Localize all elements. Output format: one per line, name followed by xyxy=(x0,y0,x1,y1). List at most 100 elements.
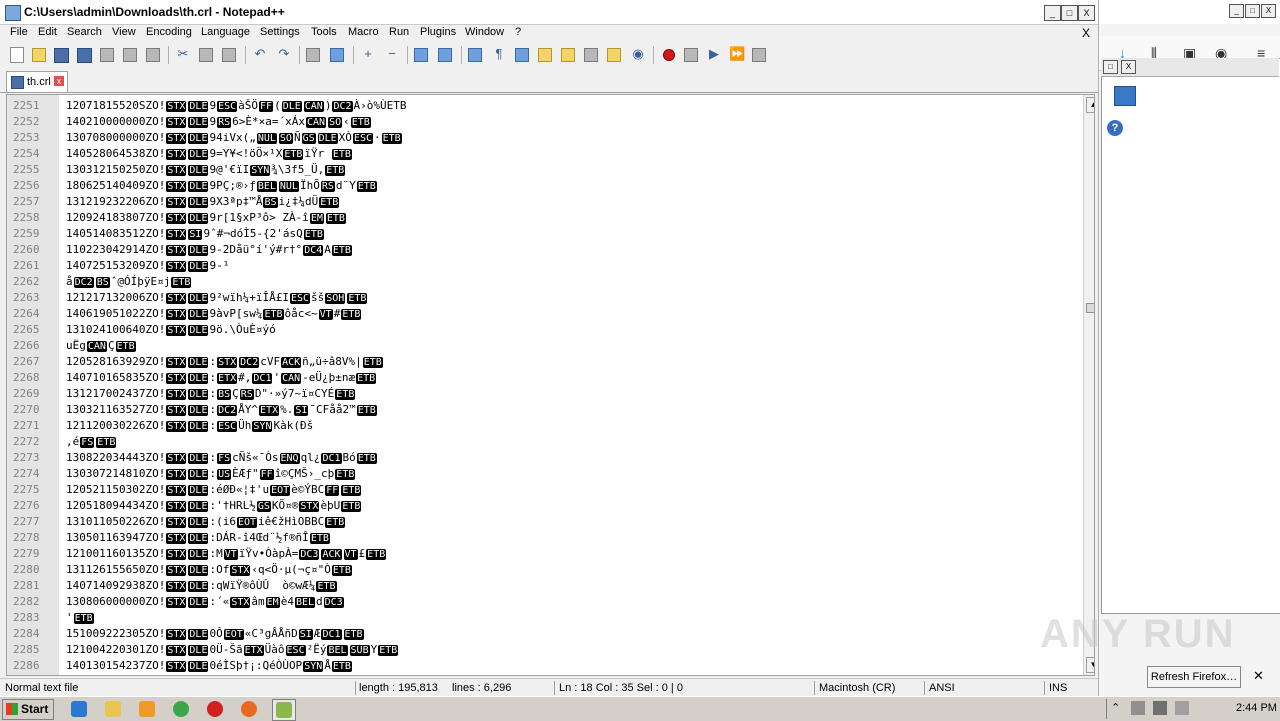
tab-th-crl[interactable]: th.crl x xyxy=(6,71,68,92)
document-map-icon[interactable] xyxy=(561,48,575,62)
opera-taskbar-icon[interactable] xyxy=(204,699,226,719)
firefox-taskbar-icon[interactable] xyxy=(238,699,260,719)
word-wrap-icon[interactable] xyxy=(468,48,482,62)
volume-icon[interactable] xyxy=(1153,701,1167,715)
editor-line[interactable]: 2286 140130154237ZO! STX DLE 0éÌSþ†¡:QéÒÙOP S… xyxy=(7,658,1077,674)
firefox-close-button[interactable]: X xyxy=(1261,4,1276,18)
ie-taskbar-icon[interactable] xyxy=(68,699,90,719)
refresh-firefox-button[interactable]: Refresh Firefox… xyxy=(1147,666,1241,688)
editor-line[interactable]: 2255 130312150250ZO! STX DLE 9@'€ïI SYN ¾\3f5_… xyxy=(7,162,1077,178)
run-macro-multiple-icon[interactable]: ⏩ xyxy=(729,46,745,62)
redo-icon[interactable]: ↷ xyxy=(276,46,292,62)
stop-macro-icon[interactable] xyxy=(684,48,698,62)
notepadpp-taskbar-icon[interactable] xyxy=(272,699,296,721)
editor-line[interactable]: 2262 å DC2 BS ˆ@ÓÍþÿE¤j ETB xyxy=(7,274,1077,290)
subwindow-close-button[interactable]: X xyxy=(1121,60,1136,74)
scroll-up-arrow-icon[interactable]: ▲ xyxy=(1086,97,1094,113)
monitoring-icon[interactable]: ◉ xyxy=(630,46,646,62)
editor-line[interactable]: 2252 140210000000ZO! STX DLE 9 RS 6>È*×a=´xÁx C… xyxy=(7,114,1077,130)
editor-line[interactable]: 2260 110223042914ZO! STX DLE 9-2Dåü°í'ý#r†° D… xyxy=(7,242,1077,258)
save-icon[interactable] xyxy=(54,48,69,63)
open-file-icon[interactable] xyxy=(32,48,46,62)
replace-icon[interactable] xyxy=(330,48,344,62)
menu-macro[interactable]: Macro xyxy=(348,26,379,38)
help-icon[interactable]: ? xyxy=(1107,120,1123,136)
zoom-out-icon[interactable]: − xyxy=(384,46,400,62)
record-macro-icon[interactable] xyxy=(663,49,675,61)
save-macro-icon[interactable] xyxy=(752,48,766,62)
print-icon[interactable] xyxy=(146,48,160,62)
menu-tools[interactable]: Tools xyxy=(311,26,337,38)
find-icon[interactable] xyxy=(306,48,320,62)
editor-line[interactable]: 2282 130806000000ZO! STX DLE:´« STX âm EM è4 BEL… xyxy=(7,594,1077,610)
sync-horizontal-icon[interactable] xyxy=(438,48,452,62)
editor-line[interactable]: 2265 131024100640ZO! STX DLE 9ö.\ÒuÈ¤ýó xyxy=(7,322,1077,338)
tab-close-icon[interactable]: x xyxy=(54,76,64,86)
menu-run[interactable]: Run xyxy=(389,26,409,38)
editor-line[interactable]: 2261 140725153209ZO! STX DLE 9-¹ xyxy=(7,258,1077,274)
editor-line[interactable]: 2256 180625140409ZO! STX DLE 9PÇ;®›ƒ BEL NUL Ïh… xyxy=(7,178,1077,194)
editor-line[interactable]: 2270 130321163527ZO! STX DLE: DC2 ÅY^ ETX%. SI ¯… xyxy=(7,402,1077,418)
paste-icon[interactable] xyxy=(222,48,236,62)
editor-line[interactable]: 2276 120518094434ZO! STX DLE:'†HRL½ GS KÕ¤® ST… xyxy=(7,498,1077,514)
editor-line[interactable]: 2272 ‚é FS ETB xyxy=(7,434,1077,450)
editor-line[interactable]: 2253 130708000000ZO! STX DLE 94iVx(„ NUL SO Ñ GS… xyxy=(7,130,1077,146)
editor-line[interactable]: 2264 140619051022ZO! STX DLE 9àvP[sw¼ ETB ôåc<… xyxy=(7,306,1077,322)
menu-window[interactable]: Window xyxy=(465,26,504,38)
zoom-in-icon[interactable]: + xyxy=(360,46,376,62)
explorer-taskbar-icon[interactable] xyxy=(102,699,124,719)
maximize-button[interactable]: □ xyxy=(1061,5,1078,21)
search-icon[interactable] xyxy=(1114,86,1136,106)
editor-line[interactable]: 2275 120521150302ZO! STX DLE:éØÐ«¦‡'u EOT è©Ý… xyxy=(7,482,1077,498)
menu-encoding[interactable]: Encoding xyxy=(146,26,192,38)
subwindow-maximize-button[interactable]: □ xyxy=(1103,60,1118,74)
editor-line[interactable]: 2277 131011050226ZO! STX DLE:(i6 EOT iê€žHìOB… xyxy=(7,514,1077,530)
editor-line[interactable]: 2274 130307214810ZO! STX DLE: US ÈÆƒ" FF î©ÇMŠ›… xyxy=(7,466,1077,482)
indent-guide-icon[interactable] xyxy=(515,48,529,62)
editor-line[interactable]: 2271 121120030226ZO! STX DLE: ESC Üh SYN Kàk(Ðš xyxy=(7,418,1077,434)
editor-line[interactable]: 2273 130822034443ZO! STX DLE: FS cÑš«¯Òs ENQ ql… xyxy=(7,450,1077,466)
chrome-taskbar-icon[interactable] xyxy=(170,699,192,719)
vertical-scrollbar[interactable]: ▲ ▼ xyxy=(1083,95,1094,675)
editor-line[interactable]: 2254 140528064538ZO! STX DLE 9=Y¥<!öÖ×¹X ETB ï… xyxy=(7,146,1077,162)
editor-line[interactable]: 2258 120924183807ZO! STX DLE 9r[1§xP³ô> ZÀ-î… xyxy=(7,210,1077,226)
function-list-icon[interactable] xyxy=(584,48,598,62)
editor-line[interactable]: 2278 130501163947ZO! STX DLE:DÁR-î4Œd¨½f®ñÎ… xyxy=(7,530,1077,546)
menu-file[interactable]: File xyxy=(10,26,28,38)
cut-icon[interactable]: ✂ xyxy=(175,46,191,62)
text-editor[interactable]: 2251 12071815520SZO! STX DLE 9 ESC àŠÖ FF(DLE CA… xyxy=(6,94,1095,676)
editor-line[interactable]: 2259 140514083512ZO! STX SI 9ˆ#¬dóÌ5-{2'ásQ E… xyxy=(7,226,1077,242)
menu-settings[interactable]: Settings xyxy=(260,26,300,38)
undo-icon[interactable]: ↶ xyxy=(252,46,268,62)
save-all-icon[interactable] xyxy=(77,48,92,63)
editor-line[interactable]: 2284 151009222305ZO! STX DLE 0Ô EOT «C³gÂÅñD SI… xyxy=(7,626,1077,642)
scroll-thumb[interactable] xyxy=(1086,303,1094,313)
close-all-icon[interactable] xyxy=(123,48,137,62)
firefox-maximize-button[interactable]: □ xyxy=(1245,4,1260,18)
menu-plugins[interactable]: Plugins xyxy=(420,26,456,38)
minimize-button[interactable]: _ xyxy=(1044,5,1061,21)
editor-line[interactable]: 2268 140710165835ZO! STX DLE: ETX #, DC1 ' CAN -e… xyxy=(7,370,1077,386)
editor-line[interactable]: 2257 131219232206ZO! STX DLE 9X3ªp‡™Å BS i¿‡¼d… xyxy=(7,194,1077,210)
close-document-button[interactable]: X xyxy=(1082,26,1090,40)
new-file-icon[interactable] xyxy=(10,47,24,63)
editor-line[interactable]: 2263 121217132006ZO! STX DLE 9²wïh¼+ïÎÅ£I ESC… xyxy=(7,290,1077,306)
action-center-flag-icon[interactable] xyxy=(1175,701,1189,715)
start-button[interactable]: Start xyxy=(2,699,54,720)
editor-line[interactable]: 2279 121001160135ZO! STX DLE:M VT ïŸv•ÒàpÀ= DC… xyxy=(7,546,1077,562)
notification-close-icon[interactable]: ✕ xyxy=(1253,668,1264,684)
editor-line[interactable]: 2269 131217002437ZO! STX DLE: BS Ç RS D"·»ý7~ï¤… xyxy=(7,386,1077,402)
copy-icon[interactable] xyxy=(199,48,213,62)
folder-as-workspace-icon[interactable] xyxy=(607,48,621,62)
editor-line[interactable]: 2251 12071815520SZO! STX DLE 9 ESC àŠÖ FF(DLE CA… xyxy=(7,98,1077,114)
editor-line[interactable]: 2283 ' ETB xyxy=(7,610,1077,626)
media-player-taskbar-icon[interactable] xyxy=(136,699,158,719)
menu-help[interactable]: ? xyxy=(515,26,521,38)
show-all-characters-icon[interactable]: ¶ xyxy=(491,46,507,62)
close-button[interactable]: X xyxy=(1078,5,1095,21)
firefox-minimize-button[interactable]: _ xyxy=(1229,4,1244,18)
editor-line[interactable]: 2285 121004220301ZO! STX DLE 0Ü-Šã ETX Üàô ESC ²… xyxy=(7,642,1077,658)
editor-line[interactable]: 2267 120528163929ZO! STX DLE: STX DC2 cVF ACK ñ„… xyxy=(7,354,1077,370)
editor-line[interactable]: 2281 140714092938ZO! STX DLE:qWïŸ®ôÙÛ ò©wÆ¼… xyxy=(7,578,1077,594)
menu-edit[interactable]: Edit xyxy=(38,26,57,38)
